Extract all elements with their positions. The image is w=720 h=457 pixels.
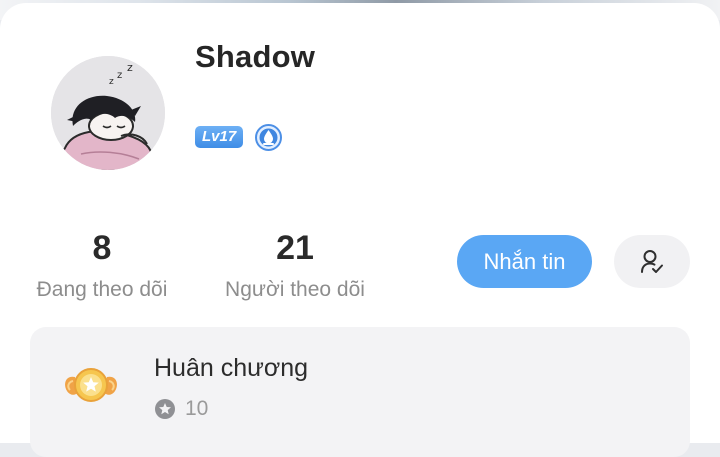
svg-text:z: z	[127, 61, 133, 74]
sleeping-character-avatar-icon: z z z	[51, 56, 165, 170]
medal-title: Huân chương	[154, 354, 309, 382]
username: Shadow	[195, 39, 316, 74]
followers-label: Người theo dõi	[225, 278, 365, 301]
followers-count: 21	[276, 229, 314, 267]
blue-drop-badge-icon[interactable]	[255, 124, 282, 151]
level-badge[interactable]: Lv17	[195, 126, 244, 148]
followers-stat[interactable]: 21 Người theo dõi	[213, 229, 377, 303]
following-stat[interactable]: 8 Đang theo dõi	[28, 229, 176, 303]
svg-text:z: z	[109, 77, 114, 87]
medal-panel[interactable]: Huân chương 10	[30, 327, 690, 457]
avatar[interactable]: z z z	[51, 56, 165, 170]
following-count: 8	[92, 229, 112, 267]
follow-status-button[interactable]	[614, 235, 690, 288]
medal-count: 10	[185, 397, 209, 420]
message-button[interactable]: Nhắn tin	[457, 235, 592, 288]
user-check-icon	[641, 250, 663, 273]
svg-text:z: z	[117, 70, 122, 81]
star-circle-icon	[154, 398, 176, 420]
winged-medal-icon	[61, 355, 121, 415]
following-label: Đang theo dõi	[36, 278, 168, 301]
